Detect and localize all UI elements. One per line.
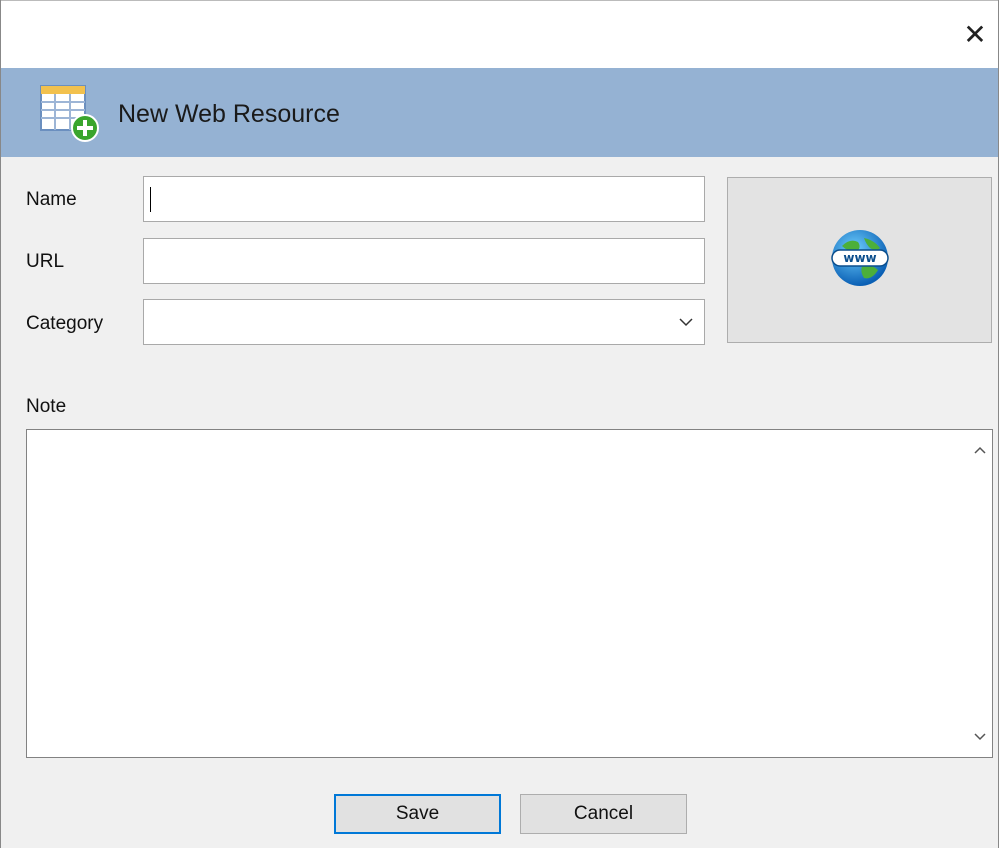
dialog-header: New Web Resource (1, 68, 998, 157)
note-textarea[interactable] (26, 429, 993, 758)
table-add-icon (40, 85, 99, 142)
chevron-up-icon (974, 446, 986, 454)
close-button[interactable]: ✕ (952, 1, 998, 67)
dialog-window: ✕ New Web Resource Name URL Category www… (0, 0, 999, 848)
svg-text:www: www (843, 251, 876, 265)
category-label: Category (26, 313, 104, 334)
note-scrollbar[interactable] (968, 430, 992, 757)
save-button[interactable]: Save (334, 794, 501, 834)
note-label: Note (26, 396, 67, 417)
scroll-up-button[interactable] (968, 438, 992, 462)
dialog-title: New Web Resource (118, 100, 340, 128)
chevron-down-icon (974, 733, 986, 741)
name-input[interactable] (143, 176, 705, 222)
cancel-button[interactable]: Cancel (520, 794, 687, 834)
name-label: Name (26, 189, 77, 210)
url-input[interactable] (143, 238, 705, 284)
text-caret (150, 187, 151, 212)
resource-image-panel[interactable]: www (727, 177, 992, 343)
close-icon: ✕ (963, 18, 987, 50)
globe-www-icon: www (831, 230, 889, 286)
title-bar: ✕ (1, 0, 998, 68)
category-select[interactable] (143, 299, 705, 345)
scroll-down-button[interactable] (968, 725, 992, 749)
chevron-down-icon (679, 318, 693, 327)
url-label: URL (26, 251, 65, 272)
